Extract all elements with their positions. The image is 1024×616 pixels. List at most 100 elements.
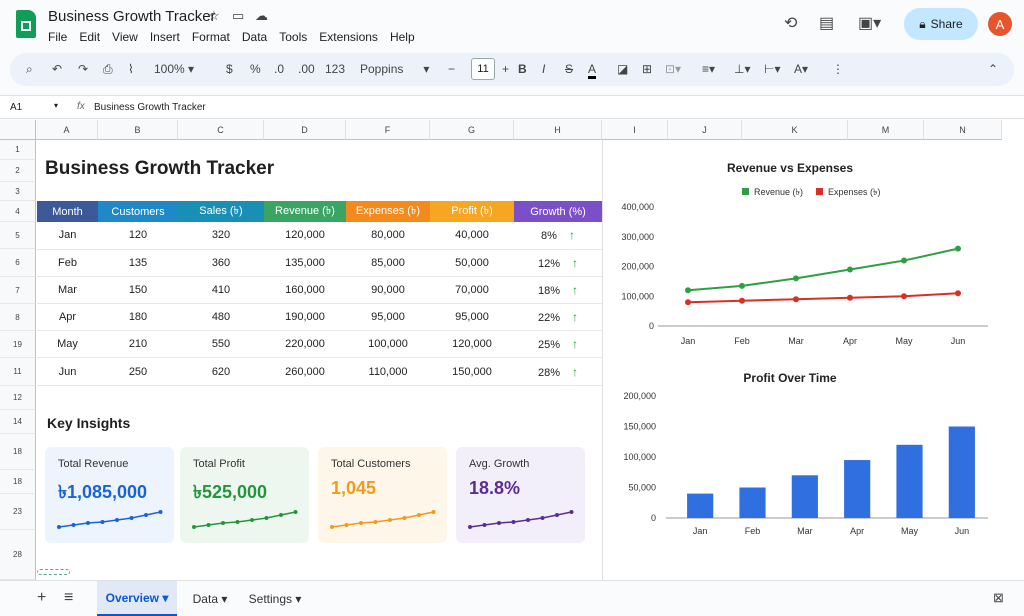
table-cell[interactable]: 550 bbox=[178, 330, 264, 359]
print-icon[interactable]: ⎙ bbox=[103, 62, 113, 77]
cloud-status-icon[interactable]: ☁ bbox=[255, 8, 268, 24]
table-cell[interactable]: 120,000 bbox=[430, 330, 514, 359]
zoom-select[interactable]: 100% ▾ bbox=[154, 62, 194, 76]
row-header[interactable]: 28 bbox=[0, 530, 36, 580]
column-header[interactable]: C bbox=[178, 120, 264, 140]
more-options-icon[interactable]: ⋮ bbox=[832, 62, 844, 76]
column-header[interactable]: I bbox=[602, 120, 668, 140]
search-menus-icon[interactable]: ⌕ bbox=[26, 62, 33, 77]
table-cell[interactable]: May bbox=[37, 330, 98, 359]
table-cell[interactable]: 180 bbox=[98, 303, 178, 332]
text-color-button[interactable]: A bbox=[588, 62, 597, 79]
table-cell[interactable]: Feb bbox=[37, 249, 98, 277]
row-header[interactable]: 14 bbox=[0, 410, 36, 434]
select-all-corner[interactable] bbox=[0, 120, 36, 140]
paint-format-icon[interactable]: ⌇ bbox=[128, 62, 134, 76]
bar[interactable] bbox=[896, 444, 923, 518]
name-box-dropdown-icon[interactable]: ▾ bbox=[54, 101, 58, 110]
bar[interactable] bbox=[791, 475, 818, 518]
table-cell[interactable]: 150 bbox=[98, 276, 178, 305]
table-cell[interactable]: 190,000 bbox=[264, 303, 346, 332]
menu-edit[interactable]: Edit bbox=[79, 30, 100, 44]
kpi-card[interactable]: Total Customers 1,045 bbox=[318, 447, 447, 543]
row-header[interactable]: 18 bbox=[0, 470, 36, 494]
row-header[interactable]: 4 bbox=[0, 201, 36, 222]
header-growth[interactable]: Growth (%) bbox=[514, 201, 602, 222]
bar[interactable] bbox=[739, 487, 766, 519]
table-cell[interactable]: Jan bbox=[37, 222, 98, 250]
menu-file[interactable]: File bbox=[48, 30, 67, 44]
row-header[interactable]: 2 bbox=[0, 160, 36, 182]
currency-format-button[interactable]: $ bbox=[226, 62, 233, 76]
table-cell[interactable]: Mar bbox=[37, 276, 98, 305]
star-icon[interactable]: ☆ bbox=[208, 8, 220, 24]
column-header[interactable]: F bbox=[346, 120, 430, 140]
menu-insert[interactable]: Insert bbox=[150, 30, 180, 44]
row-header[interactable]: 7 bbox=[0, 277, 36, 304]
add-sheet-icon[interactable]: + bbox=[37, 589, 46, 607]
table-cell[interactable]: 410 bbox=[178, 276, 264, 305]
meet-icon[interactable]: ▣▾ bbox=[858, 13, 881, 33]
share-button[interactable]: 🔒︎ Share bbox=[904, 8, 978, 40]
table-cell[interactable]: 95,000 bbox=[430, 303, 514, 332]
bold-button[interactable]: B bbox=[518, 62, 527, 76]
italic-button[interactable]: I bbox=[542, 62, 545, 76]
table-cell[interactable]: 80,000 bbox=[346, 222, 430, 250]
decrease-decimal-button[interactable]: .0 bbox=[274, 62, 284, 76]
bar[interactable] bbox=[844, 460, 871, 518]
data-point[interactable] bbox=[901, 257, 907, 264]
fill-color-icon[interactable]: ◪ bbox=[617, 62, 628, 76]
row-header[interactable]: 1 bbox=[0, 140, 36, 160]
data-point[interactable] bbox=[739, 282, 745, 289]
data-point[interactable] bbox=[955, 245, 961, 252]
tab-data[interactable]: Data ▾ bbox=[180, 581, 240, 616]
data-point[interactable] bbox=[955, 290, 961, 297]
kpi-card[interactable]: Avg. Growth 18.8% bbox=[456, 447, 585, 543]
table-cell[interactable]: 220,000 bbox=[264, 330, 346, 359]
number-format-button[interactable]: 123 bbox=[325, 62, 345, 76]
vertical-align-icon[interactable]: ⊥▾ bbox=[734, 62, 750, 76]
table-cell[interactable]: 160,000 bbox=[264, 276, 346, 305]
tab-settings[interactable]: Settings ▾ bbox=[240, 581, 310, 616]
table-cell[interactable]: 100,000 bbox=[346, 330, 430, 359]
table-cell[interactable]: 95,000 bbox=[346, 303, 430, 332]
table-cell[interactable]: 12% ↑ bbox=[514, 249, 602, 277]
menu-tools[interactable]: Tools bbox=[279, 30, 307, 44]
table-cell[interactable]: 110,000 bbox=[346, 357, 430, 386]
column-header[interactable]: A bbox=[36, 120, 98, 140]
bar[interactable] bbox=[687, 493, 714, 518]
sheets-logo-icon[interactable] bbox=[16, 10, 36, 38]
explore-icon[interactable]: ⊠ bbox=[993, 590, 1004, 606]
table-cell[interactable]: 50,000 bbox=[430, 249, 514, 277]
table-cell[interactable]: 210 bbox=[98, 330, 178, 359]
table-cell[interactable]: 28% ↑ bbox=[514, 357, 602, 386]
column-header[interactable]: B bbox=[98, 120, 178, 140]
table-cell[interactable]: 150,000 bbox=[430, 357, 514, 386]
table-cell[interactable]: 8% ↑ bbox=[514, 222, 602, 250]
column-header[interactable]: H bbox=[514, 120, 602, 140]
column-header[interactable]: M bbox=[848, 120, 924, 140]
sheet-grid[interactable]: A B C D F G H I J K M N 1 2 3 4 5 6 7 8 … bbox=[0, 120, 1024, 580]
row-header[interactable]: 18 bbox=[0, 434, 36, 470]
increase-font-size-button[interactable]: + bbox=[502, 62, 509, 76]
row-header[interactable]: 19 bbox=[0, 331, 36, 358]
menu-data[interactable]: Data bbox=[242, 30, 267, 44]
menu-help[interactable]: Help bbox=[390, 30, 415, 44]
name-box[interactable]: A1 bbox=[10, 102, 22, 113]
header-customers[interactable]: Customers bbox=[98, 201, 178, 222]
move-folder-icon[interactable]: ▭ bbox=[232, 8, 244, 24]
font-select[interactable]: Poppins ▾ bbox=[360, 62, 429, 76]
table-cell[interactable]: 320 bbox=[178, 222, 264, 250]
header-expenses[interactable]: Expenses (৳) bbox=[346, 201, 430, 222]
table-cell[interactable]: 620 bbox=[178, 357, 264, 386]
kpi-card[interactable]: Total Profit ৳525,000 bbox=[180, 447, 309, 543]
column-header[interactable]: J bbox=[668, 120, 742, 140]
data-point[interactable] bbox=[847, 266, 853, 273]
table-cell[interactable]: 360 bbox=[178, 249, 264, 277]
row-header[interactable]: 5 bbox=[0, 222, 36, 249]
row-header[interactable]: 12 bbox=[0, 386, 36, 410]
font-size-input[interactable]: 11 bbox=[471, 58, 495, 80]
menu-extensions[interactable]: Extensions bbox=[319, 30, 378, 44]
bar[interactable] bbox=[948, 426, 975, 519]
comments-icon[interactable]: ▤ bbox=[819, 13, 834, 33]
